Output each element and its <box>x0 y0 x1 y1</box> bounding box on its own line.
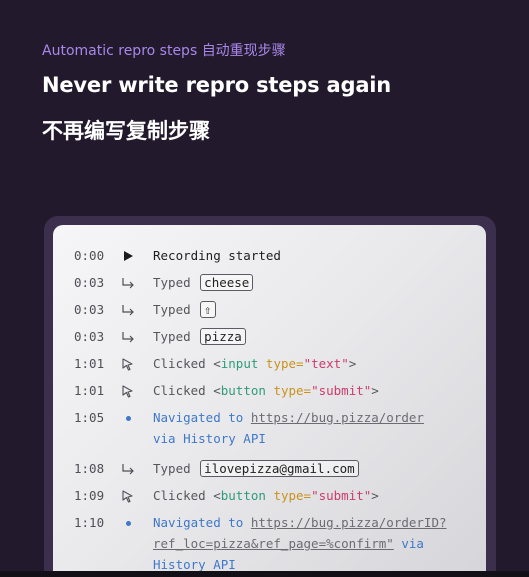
log-text: Clicked <button type="submit"> <box>153 383 379 398</box>
url-link-continued[interactable]: ref_loc=pizza&ref_page=%confirm" <box>153 536 394 551</box>
cursor-icon <box>120 487 136 505</box>
page-title: Never write repro steps again <box>42 73 392 97</box>
log-text: Navigated to https://bug.pizza/order <box>153 410 424 425</box>
url-link[interactable]: https://bug.pizza/orderID? <box>251 515 447 530</box>
timestamp: 0:00 <box>74 248 105 263</box>
log-row: 1:09 Clicked <button type="submit"> <box>53 487 486 505</box>
timestamp: 0:03 <box>74 329 105 344</box>
cursor-icon <box>120 382 136 400</box>
log-row: 1:01 Clicked <button type="submit"> <box>53 382 486 400</box>
log-text: Navigated to https://bug.pizza/orderID? <box>153 515 447 530</box>
shift-key: ⇧ <box>200 301 216 318</box>
timestamp: 1:10 <box>74 515 105 530</box>
timestamp: 0:03 <box>74 302 105 317</box>
timestamp: 1:01 <box>74 356 105 371</box>
enter-arrow-icon <box>120 274 136 292</box>
log-row: 1:01 Clicked <input type="text"> <box>53 355 486 373</box>
log-row: 0:03 Typed cheese <box>53 274 486 292</box>
bottom-edge <box>0 571 529 577</box>
url-link[interactable]: https://bug.pizza/order <box>251 410 424 425</box>
log-text: Typed ilovepizza@gmail.com <box>153 460 359 478</box>
timestamp: 1:05 <box>74 410 105 425</box>
typed-key: cheese <box>200 274 254 291</box>
log-text: Clicked <input type="text"> <box>153 356 357 371</box>
timestamp: 1:01 <box>74 383 105 398</box>
log-text: Typed cheese <box>153 274 254 292</box>
timestamp: 0:03 <box>74 275 105 290</box>
play-icon <box>120 247 136 265</box>
log-text: Typed ⇧ <box>153 301 216 319</box>
log-row: 1:05 Navigated to https://bug.pizza/orde… <box>53 409 486 446</box>
enter-arrow-icon <box>120 460 136 478</box>
log-subtext: ref_loc=pizza&ref_page=%confirm" via <box>153 536 424 551</box>
bullet-icon <box>120 409 136 427</box>
log-row: 1:08 Typed ilovepizza@gmail.com <box>53 460 486 478</box>
repro-log-card: 0:00 Recording started 0:03 Typed cheese… <box>53 225 486 577</box>
typed-key: ilovepizza@gmail.com <box>200 460 359 477</box>
log-row: 0:03 Typed ⇧ <box>53 301 486 319</box>
log-row: 1:10 Navigated to https://bug.pizza/orde… <box>53 514 486 572</box>
log-text: Clicked <button type="submit"> <box>153 488 379 503</box>
log-row: 0:00 Recording started <box>53 247 486 265</box>
page-title-cn: 不再编写复制步骤 <box>42 119 210 143</box>
log-text: Typed pizza <box>153 328 246 346</box>
timestamp: 1:09 <box>74 488 105 503</box>
log-row: 0:03 Typed pizza <box>53 328 486 346</box>
log-subtext: via History API <box>153 431 266 446</box>
eyebrow: Automatic repro steps 自动重现步骤 <box>42 43 286 59</box>
enter-arrow-icon <box>120 328 136 346</box>
enter-arrow-icon <box>120 301 136 319</box>
bullet-icon <box>120 514 136 532</box>
timestamp: 1:08 <box>74 461 105 476</box>
typed-key: pizza <box>200 328 246 345</box>
log-text: Recording started <box>153 248 281 263</box>
cursor-icon <box>120 355 136 373</box>
